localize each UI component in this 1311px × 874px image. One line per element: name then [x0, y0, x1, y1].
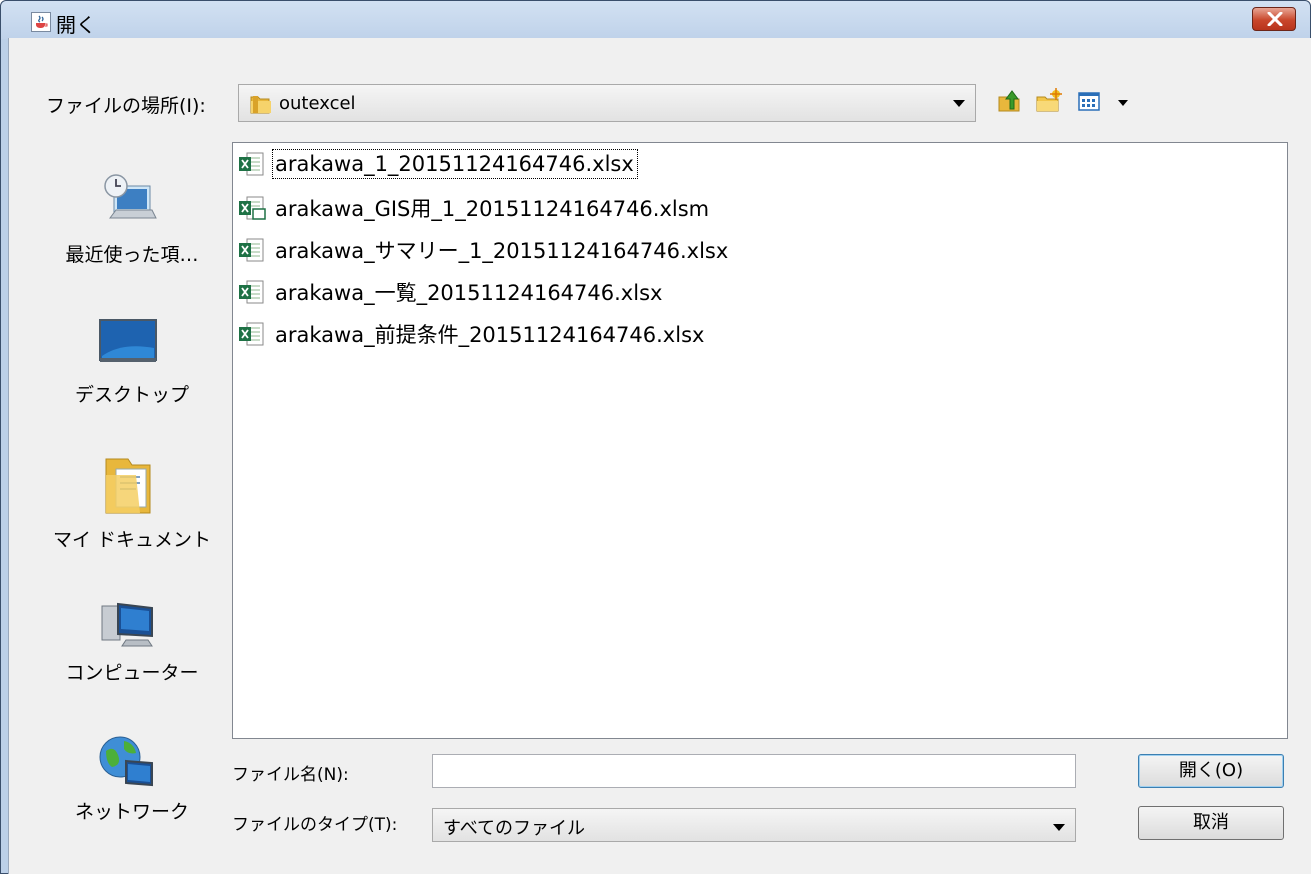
- file-name: arakawa_前提条件_20151124164746.xlsx: [275, 323, 705, 347]
- file-type-value: すべてのファイル: [443, 818, 586, 839]
- file-name-input[interactable]: [432, 754, 1076, 788]
- desktop-icon: [96, 316, 160, 380]
- file-name: arakawa_GIS用_1_20151124164746.xlsm: [275, 197, 710, 221]
- title-bar[interactable]: 開く: [1, 1, 1310, 39]
- chevron-down-icon[interactable]: [1118, 100, 1128, 106]
- cancel-button[interactable]: 取消: [1138, 806, 1284, 840]
- excel-file-icon: [235, 277, 273, 307]
- place-label: マイ ドキュメント: [52, 529, 212, 551]
- java-cup-icon: [31, 12, 51, 32]
- folder-icon: [249, 92, 273, 121]
- computer-icon: [96, 596, 160, 660]
- new-folder-icon[interactable]: [1034, 87, 1062, 115]
- open-button[interactable]: 開く(O): [1138, 754, 1284, 788]
- excel-file-icon: [235, 149, 273, 179]
- close-icon: [1267, 12, 1283, 26]
- excel-macro-file-icon: [235, 193, 273, 223]
- up-folder-icon[interactable]: [996, 87, 1024, 115]
- close-button[interactable]: [1252, 7, 1296, 31]
- recent-items-icon: [96, 168, 160, 232]
- file-item[interactable]: arakawa_1_20151124164746.xlsx: [235, 146, 638, 182]
- chevron-down-icon[interactable]: [953, 100, 965, 107]
- place-label: 最近使った項…: [65, 244, 199, 266]
- look-in-value: outexcel: [279, 93, 356, 114]
- look-in-combo[interactable]: outexcel: [238, 84, 976, 122]
- excel-file-icon: [235, 235, 273, 265]
- file-type-combo[interactable]: すべてのファイル: [432, 808, 1076, 842]
- place-label: ネットワーク: [74, 801, 189, 823]
- file-name-label: ファイル名(N):: [232, 765, 349, 785]
- file-item[interactable]: arakawa_サマリー_1_20151124164746.xlsx: [235, 232, 731, 268]
- place-label: コンピューター: [65, 662, 199, 684]
- excel-file-icon: [235, 319, 273, 349]
- my-documents-icon: [96, 453, 160, 517]
- window-title: 開く: [56, 13, 96, 37]
- chevron-down-icon[interactable]: [1053, 824, 1065, 831]
- place-label: デスクトップ: [74, 384, 189, 406]
- file-name: arakawa_1_20151124164746.xlsx: [272, 149, 638, 179]
- file-list[interactable]: arakawa_1_20151124164746.xlsx arakawa_GI…: [232, 142, 1288, 739]
- file-item[interactable]: arakawa_GIS用_1_20151124164746.xlsm: [235, 190, 712, 226]
- file-item[interactable]: arakawa_一覧_20151124164746.xlsx: [235, 274, 665, 310]
- view-menu-icon[interactable]: [1076, 87, 1116, 115]
- file-type-label: ファイルのタイプ(T):: [232, 815, 398, 835]
- look-in-label: ファイルの場所(I):: [46, 95, 206, 117]
- network-icon: [96, 733, 160, 797]
- file-name: arakawa_一覧_20151124164746.xlsx: [275, 281, 663, 305]
- file-item[interactable]: arakawa_前提条件_20151124164746.xlsx: [235, 316, 707, 352]
- file-name: arakawa_サマリー_1_20151124164746.xlsx: [275, 239, 729, 263]
